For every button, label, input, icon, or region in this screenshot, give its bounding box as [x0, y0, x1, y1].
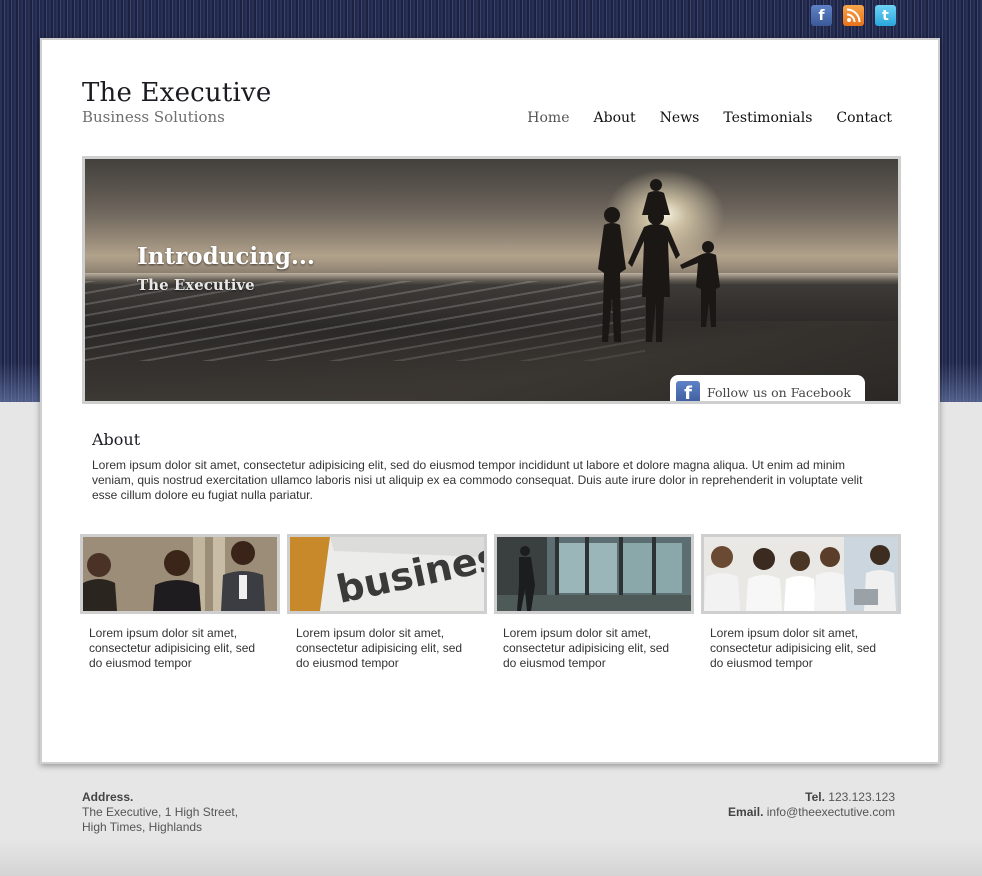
hero-title: Introducing...: [137, 243, 315, 270]
newspaper-illustration: busines: [290, 537, 484, 611]
feature-card-text: Lorem ipsum dolor sit amet, consectetur …: [296, 626, 463, 670]
main-nav: Home About News Testimonials Contact: [527, 110, 892, 126]
office-building-image[interactable]: [494, 534, 694, 614]
nav-item-testimonials[interactable]: Testimonials: [723, 110, 812, 126]
social-links: f t: [811, 5, 896, 26]
rss-icon[interactable]: [843, 5, 864, 26]
nav-item-about[interactable]: About: [594, 110, 636, 126]
about-text: Lorem ipsum dolor sit amet, consectetur …: [92, 458, 863, 502]
page-container: The Executive Business Solutions Home Ab…: [40, 38, 940, 764]
rss-glyph: [846, 8, 861, 23]
nav-item-home[interactable]: Home: [527, 110, 569, 126]
facebook-follow-tab[interactable]: f Follow us on Facebook: [670, 375, 865, 401]
business-newspaper-image[interactable]: busines: [287, 534, 487, 614]
nav-item-news[interactable]: News: [660, 110, 700, 126]
facebook-icon[interactable]: f: [811, 5, 832, 26]
business-people-image[interactable]: [80, 534, 280, 614]
feature-card-text: Lorem ipsum dolor sit amet, consectetur …: [89, 626, 256, 670]
feature-card: busines Lorem ipsum dolor sit amet, cons…: [287, 534, 487, 671]
hero-subtitle: The Executive: [137, 276, 255, 294]
email-link[interactable]: info@theexectutive.com: [767, 805, 895, 819]
site-subtitle: Business Solutions: [82, 108, 225, 126]
feature-card-text: Lorem ipsum dolor sit amet, consectetur …: [503, 626, 670, 670]
office-building-illustration: [497, 537, 691, 611]
feature-card: Lorem ipsum dolor sit amet, consectetur …: [701, 534, 901, 671]
hero-banner: Introducing... The Executive f Follow us…: [82, 156, 901, 404]
twitter-icon[interactable]: t: [875, 5, 896, 26]
facebook-follow-label: Follow us on Facebook: [707, 385, 852, 400]
address-label: Address.: [82, 790, 134, 804]
footer-contact: Tel. 123.123.123 Email. info@theexectuti…: [728, 790, 895, 820]
office-team-illustration: [704, 537, 898, 611]
business-people-illustration: [83, 537, 277, 611]
feature-card-text: Lorem ipsum dolor sit amet, consectetur …: [710, 626, 877, 670]
nav-item-contact[interactable]: Contact: [836, 110, 892, 126]
footer-background: [0, 840, 982, 876]
family-silhouette-image: [598, 179, 720, 342]
address-line-2: High Times, Highlands: [82, 820, 203, 834]
tel-label: Tel.: [805, 790, 825, 804]
address-line-1: The Executive, 1 High Street,: [82, 805, 239, 819]
about-heading: About: [92, 430, 141, 449]
site-title[interactable]: The Executive: [82, 78, 272, 108]
tel-value: 123.123.123: [828, 790, 895, 804]
footer-address: Address. The Executive, 1 High Street, H…: [82, 790, 238, 835]
email-label: Email.: [728, 805, 764, 819]
office-team-image[interactable]: [701, 534, 901, 614]
feature-card: Lorem ipsum dolor sit amet, consectetur …: [494, 534, 694, 671]
feature-card: Lorem ipsum dolor sit amet, consectetur …: [80, 534, 280, 671]
facebook-icon: f: [676, 380, 700, 401]
